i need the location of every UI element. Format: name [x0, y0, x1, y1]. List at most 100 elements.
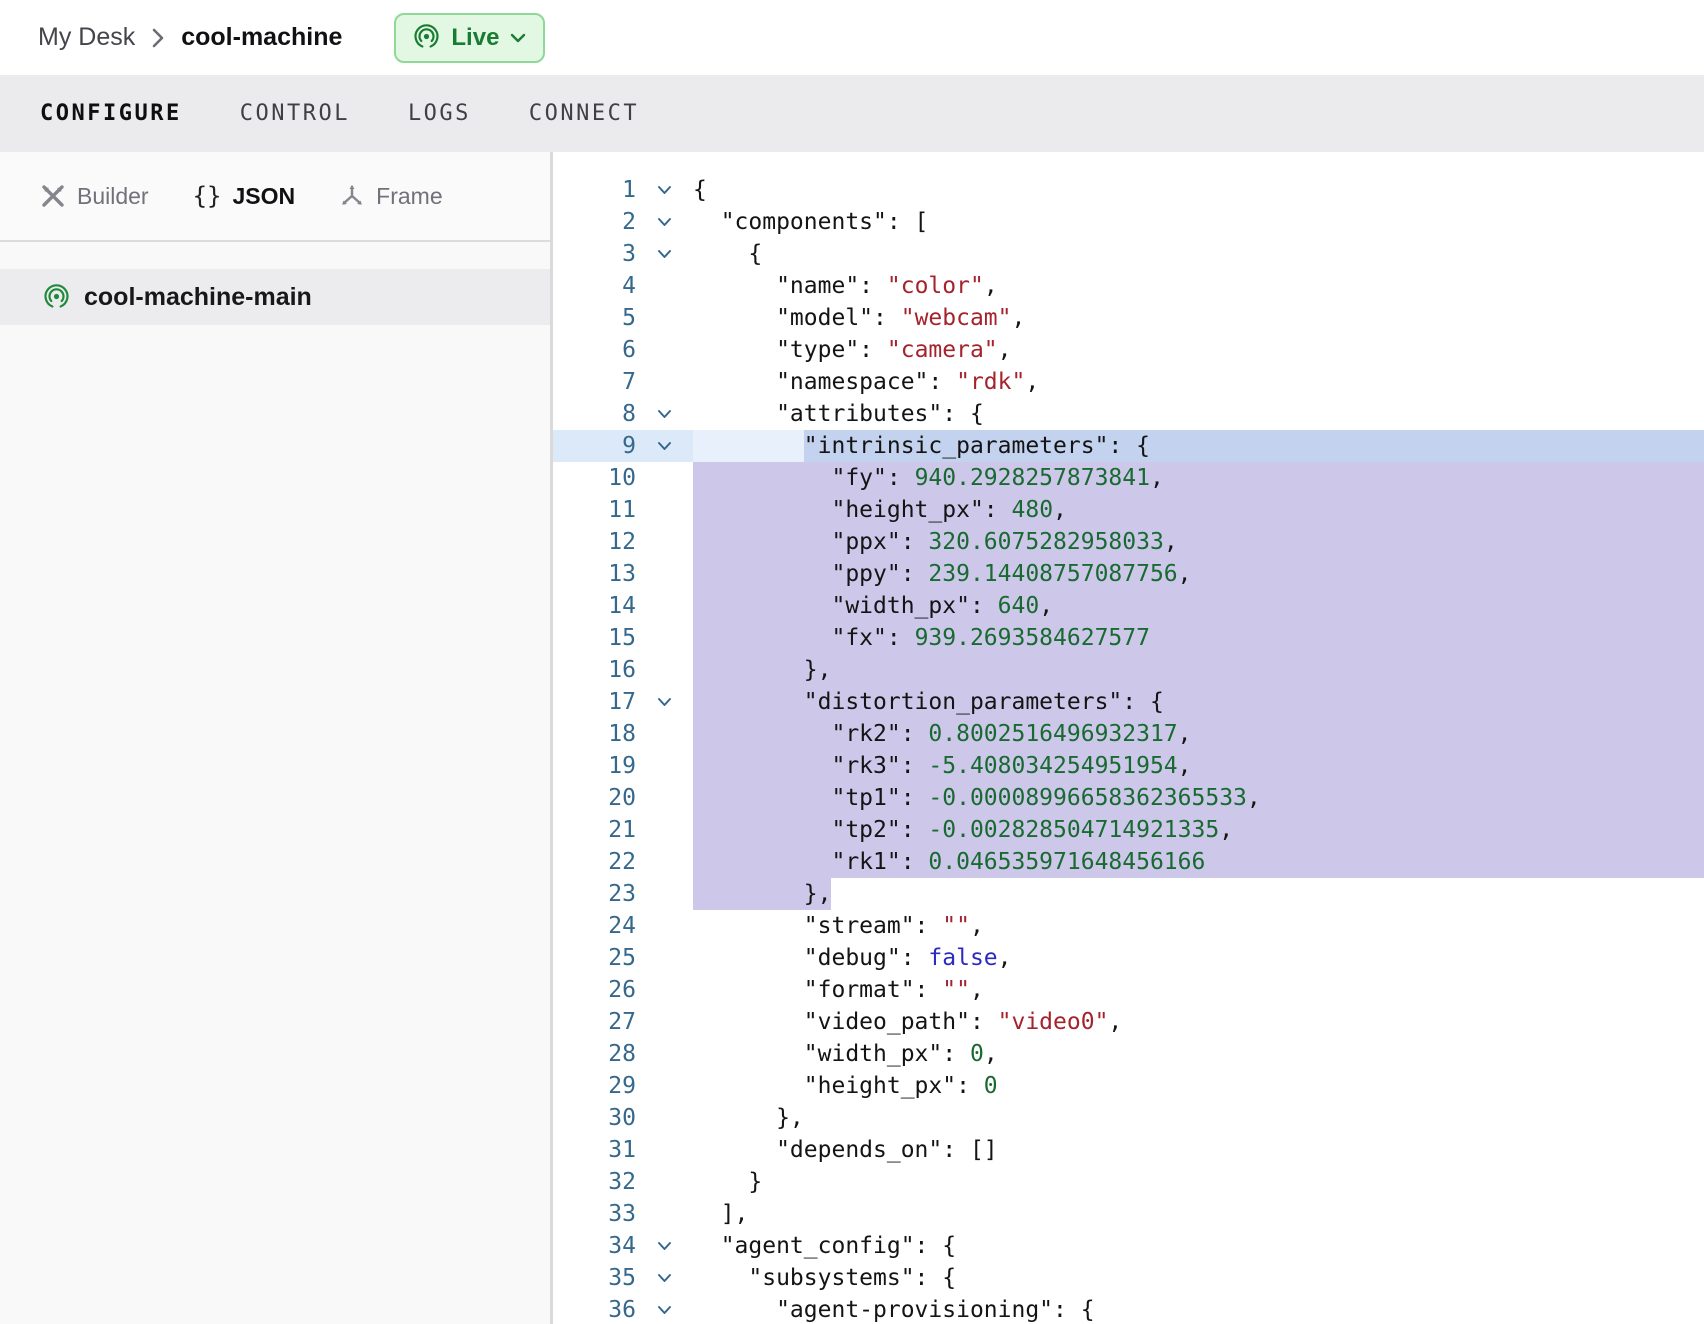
code-line-25[interactable]: 25 "debug": false,	[553, 942, 1704, 974]
code-line-26[interactable]: 26 "format": "",	[553, 974, 1704, 1006]
code-text[interactable]: "fy": 940.2928257873841,	[693, 462, 1704, 494]
code-line-23[interactable]: 23 },	[553, 878, 1704, 910]
breadcrumb-root[interactable]: My Desk	[38, 23, 135, 52]
code-line-13[interactable]: 13 "ppy": 239.14408757087756,	[553, 558, 1704, 590]
code-text[interactable]: "height_px": 480,	[693, 494, 1704, 526]
code-text[interactable]: "rk1": 0.046535971648456166	[693, 846, 1704, 878]
fold-chevron-icon[interactable]	[636, 174, 693, 206]
code-text[interactable]: "stream": "",	[693, 910, 1704, 942]
code-line-6[interactable]: 6 "type": "camera",	[553, 334, 1704, 366]
code-text[interactable]: {	[693, 174, 1704, 206]
code-text[interactable]: "components": [	[693, 206, 1704, 238]
code-line-21[interactable]: 21 "tp2": -0.002828504714921335,	[553, 814, 1704, 846]
code-text[interactable]: "name": "color",	[693, 270, 1704, 302]
code-line-30[interactable]: 30 },	[553, 1102, 1704, 1134]
fold-chevron-icon[interactable]	[636, 1262, 693, 1294]
code-line-8[interactable]: 8 "attributes": {	[553, 398, 1704, 430]
tab-connect[interactable]: CONNECT	[529, 101, 639, 126]
json-code-editor[interactable]: 1{2 "components": [3 {4 "name": "color",…	[553, 152, 1704, 1324]
code-line-28[interactable]: 28 "width_px": 0,	[553, 1038, 1704, 1070]
code-text[interactable]: "debug": false,	[693, 942, 1704, 974]
code-text[interactable]: "fx": 939.2693584627577	[693, 622, 1704, 654]
code-text[interactable]: "rk3": -5.408034254951954,	[693, 750, 1704, 782]
code-line-11[interactable]: 11 "height_px": 480,	[553, 494, 1704, 526]
code-text[interactable]: "model": "webcam",	[693, 302, 1704, 334]
line-number: 1	[553, 174, 636, 206]
view-toggle-json[interactable]: {} JSON	[193, 182, 296, 210]
code-line-22[interactable]: 22 "rk1": 0.046535971648456166	[553, 846, 1704, 878]
fold-chevron-icon[interactable]	[636, 206, 693, 238]
code-text[interactable]: "video_path": "video0",	[693, 1006, 1704, 1038]
code-line-1[interactable]: 1{	[553, 174, 1704, 206]
code-line-4[interactable]: 4 "name": "color",	[553, 270, 1704, 302]
code-line-20[interactable]: 20 "tp1": -0.00008996658362365533,	[553, 782, 1704, 814]
code-line-5[interactable]: 5 "model": "webcam",	[553, 302, 1704, 334]
code-line-35[interactable]: 35 "subsystems": {	[553, 1262, 1704, 1294]
code-text[interactable]: "ppy": 239.14408757087756,	[693, 558, 1704, 590]
code-text[interactable]: "ppx": 320.6075282958033,	[693, 526, 1704, 558]
code-line-31[interactable]: 31 "depends_on": []	[553, 1134, 1704, 1166]
fold-gutter	[636, 270, 693, 302]
code-text[interactable]: },	[693, 654, 1704, 686]
line-number: 9	[553, 430, 636, 462]
code-line-34[interactable]: 34 "agent_config": {	[553, 1230, 1704, 1262]
code-text[interactable]: "tp2": -0.002828504714921335,	[693, 814, 1704, 846]
fold-chevron-icon[interactable]	[636, 398, 693, 430]
code-text[interactable]: "width_px": 640,	[693, 590, 1704, 622]
code-line-14[interactable]: 14 "width_px": 640,	[553, 590, 1704, 622]
code-text[interactable]: "subsystems": {	[693, 1262, 1704, 1294]
code-text[interactable]: {	[693, 238, 1704, 270]
code-line-3[interactable]: 3 {	[553, 238, 1704, 270]
code-line-15[interactable]: 15 "fx": 939.2693584627577	[553, 622, 1704, 654]
code-text[interactable]: "type": "camera",	[693, 334, 1704, 366]
code-text[interactable]: "width_px": 0,	[693, 1038, 1704, 1070]
code-line-24[interactable]: 24 "stream": "",	[553, 910, 1704, 942]
code-text[interactable]: "distortion_parameters": {	[693, 686, 1704, 718]
code-line-29[interactable]: 29 "height_px": 0	[553, 1070, 1704, 1102]
code-line-36[interactable]: 36 "agent-provisioning": {	[553, 1294, 1704, 1324]
fold-chevron-icon[interactable]	[636, 430, 693, 462]
tab-control[interactable]: CONTROL	[240, 101, 350, 126]
code-text[interactable]: }	[693, 1166, 1704, 1198]
code-text[interactable]: ],	[693, 1198, 1704, 1230]
code-text[interactable]: "attributes": {	[693, 398, 1704, 430]
view-toggle-frame[interactable]: Frame	[339, 183, 442, 210]
fold-chevron-icon[interactable]	[636, 1294, 693, 1324]
code-text[interactable]: },	[693, 878, 1704, 910]
tab-configure[interactable]: CONFIGURE	[40, 101, 182, 126]
code-text[interactable]: "tp1": -0.00008996658362365533,	[693, 782, 1704, 814]
tab-logs[interactable]: LOGS	[408, 101, 471, 126]
breadcrumb-current: cool-machine	[181, 23, 342, 52]
code-line-2[interactable]: 2 "components": [	[553, 206, 1704, 238]
code-line-9[interactable]: 9 "intrinsic_parameters": {	[553, 430, 1704, 462]
code-text[interactable]: "height_px": 0	[693, 1070, 1704, 1102]
code-line-7[interactable]: 7 "namespace": "rdk",	[553, 366, 1704, 398]
chevron-down-icon	[510, 33, 526, 43]
line-number: 23	[553, 878, 636, 910]
code-text[interactable]: "namespace": "rdk",	[693, 366, 1704, 398]
code-line-18[interactable]: 18 "rk2": 0.8002516496932317,	[553, 718, 1704, 750]
live-status-dropdown[interactable]: Live	[394, 13, 545, 63]
code-line-33[interactable]: 33 ],	[553, 1198, 1704, 1230]
code-line-19[interactable]: 19 "rk3": -5.408034254951954,	[553, 750, 1704, 782]
code-text[interactable]: "format": "",	[693, 974, 1704, 1006]
code-text[interactable]: "depends_on": []	[693, 1134, 1704, 1166]
code-line-17[interactable]: 17 "distortion_parameters": {	[553, 686, 1704, 718]
code-line-16[interactable]: 16 },	[553, 654, 1704, 686]
code-text[interactable]: "rk2": 0.8002516496932317,	[693, 718, 1704, 750]
machine-part-cool-machine-main[interactable]: cool-machine-main	[0, 269, 550, 325]
code-text[interactable]: "agent_config": {	[693, 1230, 1704, 1262]
code-text[interactable]: },	[693, 1102, 1704, 1134]
code-line-12[interactable]: 12 "ppx": 320.6075282958033,	[553, 526, 1704, 558]
code-text[interactable]: "intrinsic_parameters": {	[693, 430, 1704, 462]
broadcast-icon	[413, 24, 440, 51]
fold-chevron-icon[interactable]	[636, 1230, 693, 1262]
view-toggle-builder[interactable]: Builder	[40, 183, 149, 210]
code-text[interactable]: "agent-provisioning": {	[693, 1294, 1704, 1324]
code-line-27[interactable]: 27 "video_path": "video0",	[553, 1006, 1704, 1038]
fold-chevron-icon[interactable]	[636, 238, 693, 270]
fold-chevron-icon[interactable]	[636, 686, 693, 718]
code-line-32[interactable]: 32 }	[553, 1166, 1704, 1198]
code-line-10[interactable]: 10 "fy": 940.2928257873841,	[553, 462, 1704, 494]
line-number: 24	[553, 910, 636, 942]
